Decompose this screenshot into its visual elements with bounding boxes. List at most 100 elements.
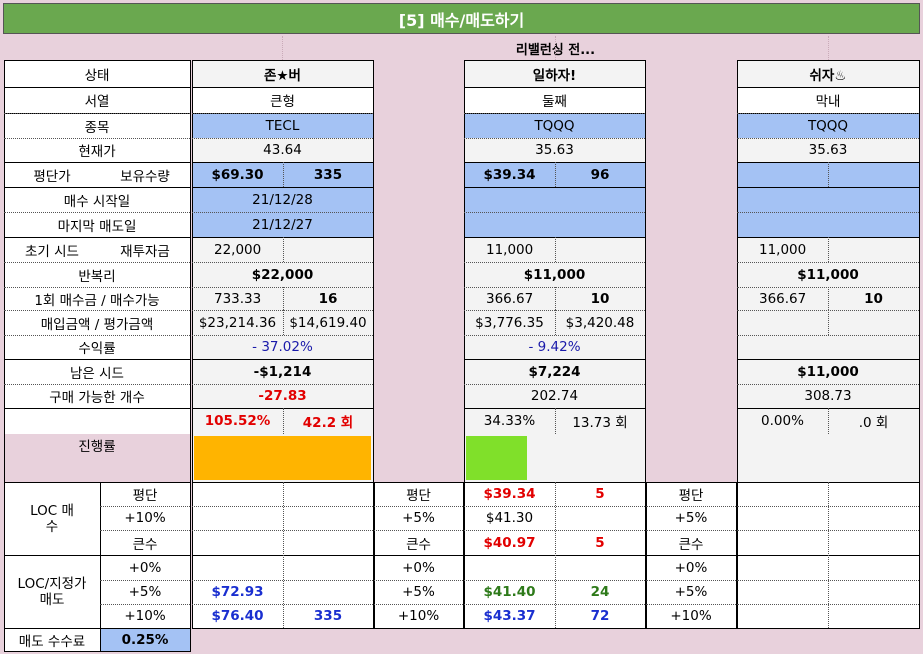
loc-sell-qty[interactable]	[828, 555, 919, 580]
loc-buy-qty[interactable]	[283, 506, 373, 530]
account-avg-price[interactable]	[737, 162, 828, 187]
loc-buy-price[interactable]	[192, 506, 283, 530]
grid-line	[737, 628, 920, 629]
account-last-sell[interactable]	[464, 212, 645, 237]
account-buy-start[interactable]	[737, 187, 919, 212]
account-per-buy-qty[interactable]: 16	[283, 287, 373, 310]
loc-sell-price[interactable]	[737, 580, 828, 604]
account-ticker[interactable]: TQQQ	[737, 113, 919, 138]
loc-sell-qty[interactable]: 24	[555, 580, 645, 604]
account-per-buy-qty[interactable]: 10	[828, 287, 919, 310]
account-name[interactable]: 일하자!	[464, 60, 645, 87]
loc-sell-qty[interactable]	[828, 604, 919, 628]
account-name[interactable]: 존★버	[192, 60, 373, 87]
loc-buy-price[interactable]	[737, 530, 828, 555]
account-compound[interactable]: $11,000	[464, 262, 645, 287]
account-remain-seed[interactable]: $11,000	[737, 359, 919, 384]
loc-sell-price[interactable]: $76.40	[192, 604, 283, 628]
account-avg-price[interactable]: $39.34	[464, 162, 555, 187]
account-ticker[interactable]: TQQQ	[464, 113, 645, 138]
loc-sell-qty[interactable]: 72	[555, 604, 645, 628]
loc-sell-price[interactable]: $72.93	[192, 580, 283, 604]
loc-buy-qty[interactable]	[828, 482, 919, 506]
account-reinvest[interactable]	[283, 237, 373, 262]
account-rank[interactable]: 큰형	[192, 87, 373, 113]
loc-sell-qty[interactable]	[283, 555, 373, 580]
account-progress-count[interactable]: .0 회	[828, 408, 919, 434]
account-rank[interactable]: 둘째	[464, 87, 645, 113]
account-last-sell[interactable]: 21/12/27	[192, 212, 373, 237]
account-progress-count[interactable]: 13.73 회	[555, 408, 645, 434]
account-reinvest[interactable]	[555, 237, 645, 262]
account-per-buy-qty[interactable]: 10	[555, 287, 645, 310]
loc-buy-price[interactable]: $40.97	[464, 530, 555, 555]
account-init-seed[interactable]: 11,000	[464, 237, 555, 262]
account-buyable[interactable]: 202.74	[464, 384, 645, 408]
loc-sell-price[interactable]	[464, 555, 555, 580]
account-compound[interactable]: $11,000	[737, 262, 919, 287]
account-init-seed[interactable]: 22,000	[192, 237, 283, 262]
account-buy-amount[interactable]	[737, 310, 828, 335]
loc-sell-price[interactable]	[737, 555, 828, 580]
loc-buy-price[interactable]: $41.30	[464, 506, 555, 530]
account-reinvest[interactable]	[828, 237, 919, 262]
account-return[interactable]: - 9.42%	[464, 335, 645, 359]
account-per-buy[interactable]: 366.67	[464, 287, 555, 310]
account-qty[interactable]: 96	[555, 162, 645, 187]
account-remain-seed[interactable]: $7,224	[464, 359, 645, 384]
account-buy-amount[interactable]: $3,776.35	[464, 310, 555, 335]
account-ticker[interactable]: TECL	[192, 113, 373, 138]
loc-buy-price[interactable]: $39.34	[464, 482, 555, 506]
loc-buy-qty[interactable]	[283, 482, 373, 506]
account-compound[interactable]: $22,000	[192, 262, 373, 287]
account-per-buy[interactable]: 366.67	[737, 287, 828, 310]
loc-sell-price[interactable]: $41.40	[464, 580, 555, 604]
loc-buy-qty[interactable]	[828, 506, 919, 530]
account-return[interactable]	[737, 335, 919, 359]
loc-buy-qty[interactable]	[283, 530, 373, 555]
account-eval-amount[interactable]: $14,619.40	[283, 310, 373, 335]
account-remain-seed[interactable]: -$1,214	[192, 359, 373, 384]
account-avg-price[interactable]: $69.30	[192, 162, 283, 187]
account-eval-amount[interactable]	[828, 310, 919, 335]
account-return[interactable]: - 37.02%	[192, 335, 373, 359]
account-progress-count[interactable]: 42.2 회	[283, 408, 373, 434]
loc-buy-qty[interactable]: 5	[555, 482, 645, 506]
account-init-seed[interactable]: 11,000	[737, 237, 828, 262]
account-name[interactable]: 쉬자♨	[737, 60, 919, 87]
account-qty[interactable]	[828, 162, 919, 187]
grid-line	[646, 506, 736, 507]
loc-buy-price[interactable]	[192, 530, 283, 555]
account-qty[interactable]: 335	[283, 162, 373, 187]
sell-fee-value[interactable]: 0.25%	[100, 628, 190, 651]
loc-buy-price[interactable]	[192, 482, 283, 506]
account-price[interactable]: 35.63	[737, 138, 919, 162]
account-progress-pct[interactable]: 0.00%	[737, 408, 828, 434]
account-progress-pct[interactable]: 34.33%	[464, 408, 555, 434]
loc-buy-qty[interactable]	[555, 506, 645, 530]
account-buy-start[interactable]: 21/12/28	[192, 187, 373, 212]
account-price[interactable]: 35.63	[464, 138, 645, 162]
loc-buy-price[interactable]	[737, 506, 828, 530]
account-last-sell[interactable]	[737, 212, 919, 237]
account-progress-pct[interactable]: 105.52%	[192, 408, 283, 434]
loc-sell-qty[interactable]: 335	[283, 604, 373, 628]
loc-buy-price[interactable]	[737, 482, 828, 506]
account-buy-start[interactable]	[464, 187, 645, 212]
account-rank[interactable]: 막내	[737, 87, 919, 113]
loc-sell-price[interactable]	[737, 604, 828, 628]
grid-line	[4, 262, 190, 263]
loc-buy-qty[interactable]	[828, 530, 919, 555]
loc-sell-price[interactable]	[192, 555, 283, 580]
account-price[interactable]: 43.64	[192, 138, 373, 162]
account-per-buy[interactable]: 733.33	[192, 287, 283, 310]
account-buy-amount[interactable]: $23,214.36	[192, 310, 283, 335]
loc-sell-qty[interactable]	[283, 580, 373, 604]
loc-buy-qty[interactable]: 5	[555, 530, 645, 555]
loc-sell-qty[interactable]	[828, 580, 919, 604]
account-eval-amount[interactable]: $3,420.48	[555, 310, 645, 335]
loc-sell-price[interactable]: $43.37	[464, 604, 555, 628]
loc-sell-qty[interactable]	[555, 555, 645, 580]
account-buyable[interactable]: -27.83	[192, 384, 373, 408]
account-buyable[interactable]: 308.73	[737, 384, 919, 408]
